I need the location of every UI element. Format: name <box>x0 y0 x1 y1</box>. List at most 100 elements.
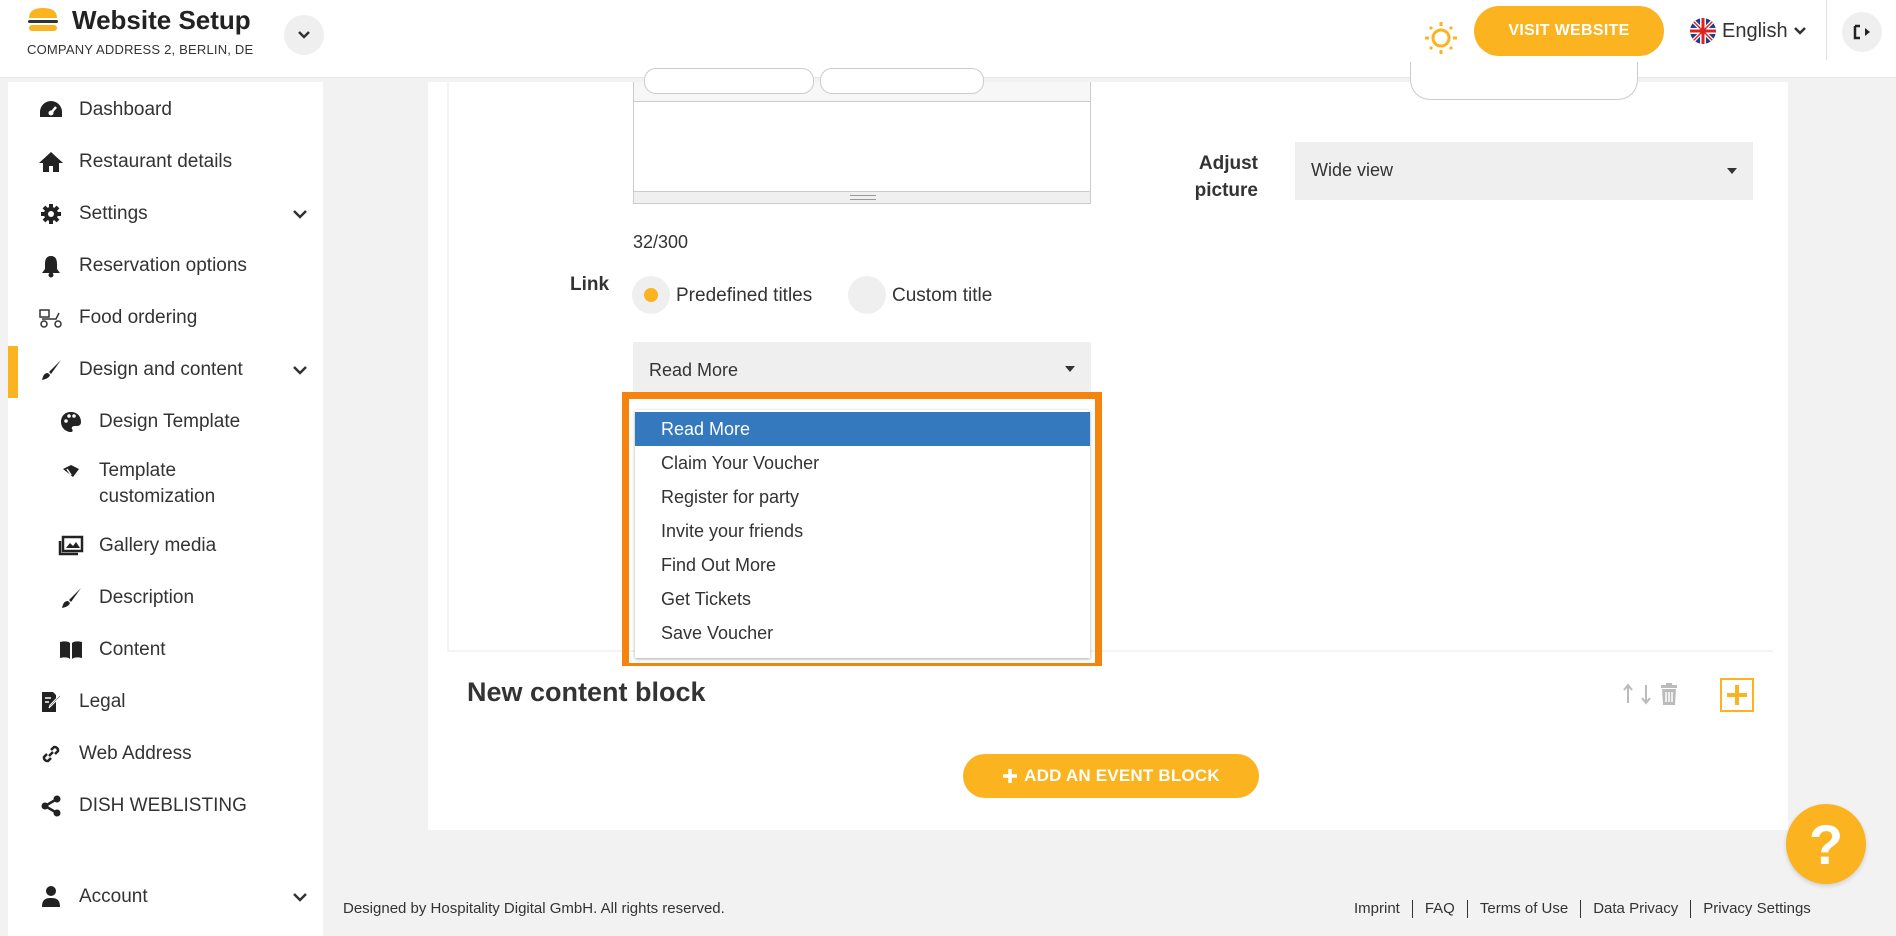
editor-toolbar-button[interactable] <box>644 68 814 94</box>
character-counter: 32/300 <box>633 232 689 252</box>
scooter-icon <box>38 305 64 331</box>
chevron-down-icon <box>298 31 310 39</box>
share-icon <box>38 793 64 819</box>
sidebar-item-restaurant-details[interactable]: Restaurant details <box>8 142 323 182</box>
add-block-button[interactable] <box>1720 678 1754 712</box>
sidebar-item-label: Design Template <box>99 411 241 432</box>
chevron-down-icon <box>1793 27 1806 35</box>
sidebar-item-label: Description <box>99 587 195 608</box>
sidebar-item-account[interactable]: Account <box>8 877 323 917</box>
logout-button[interactable] <box>1842 12 1882 52</box>
footer-link-terms[interactable]: Terms of Use <box>1466 900 1580 918</box>
adjust-picture-label: Adjust picture <box>1194 153 1258 201</box>
select-value: Wide view <box>1311 160 1394 180</box>
select-value: Read More <box>649 360 739 380</box>
radio-predefined-titles[interactable] <box>632 276 670 314</box>
uk-flag-icon <box>1690 18 1716 44</box>
gear-icon <box>38 201 64 227</box>
sidebar-item-label: Web Address <box>79 743 192 764</box>
sidebar-item-food-ordering[interactable]: Food ordering <box>8 298 323 338</box>
add-event-block-button[interactable]: ADD AN EVENT BLOCK <box>963 754 1259 798</box>
dropdown-option[interactable]: Find Out More <box>635 548 1090 582</box>
footer-link-imprint[interactable]: Imprint <box>1342 900 1412 918</box>
dropdown-option[interactable]: Read More <box>635 412 1090 446</box>
footer-link-data-privacy[interactable]: Data Privacy <box>1580 900 1690 918</box>
arrow-down-icon[interactable] <box>1640 683 1652 705</box>
sidebar-item-label: Content <box>99 639 166 660</box>
visit-website-button[interactable]: VISIT WEBSITE <box>1474 6 1664 56</box>
adjust-picture-select[interactable]: Wide view <box>1295 142 1753 200</box>
dropdown-option[interactable]: Invite your friends <box>635 514 1090 548</box>
sidebar-item-label: Legal <box>79 691 126 712</box>
palette-icon <box>58 458 84 484</box>
sidebar-item-reservation-options[interactable]: Reservation options <box>8 246 323 286</box>
sidebar-item-label: Account <box>79 886 148 907</box>
dropdown-option[interactable]: Get Tickets <box>635 582 1090 616</box>
dashboard-icon <box>38 97 64 123</box>
sidebar-item-legal[interactable]: Legal <box>8 682 323 722</box>
sidebar-item-template-customization[interactable]: Template customization <box>8 454 323 512</box>
chevron-down-icon <box>293 893 307 902</box>
sidebar-item-label: Design and content <box>79 359 243 380</box>
app-title: Website Setup <box>72 5 251 35</box>
block-actions <box>1622 682 1680 706</box>
home-icon <box>38 149 64 175</box>
editor-toolbar-button[interactable] <box>820 68 984 94</box>
chevron-down-icon <box>293 210 307 219</box>
arrow-up-icon[interactable] <box>1622 683 1634 705</box>
brush-icon <box>58 585 84 611</box>
sidebar: Dashboard Restaurant details Settings Re… <box>8 82 323 936</box>
sidebar-item-label: Template customization <box>99 460 216 507</box>
radio-custom-label[interactable]: Custom title <box>892 285 992 307</box>
sidebar-item-design-template[interactable]: Design Template <box>8 402 323 442</box>
theme-toggle-icon[interactable] <box>1384 16 1464 60</box>
radio-custom-title[interactable] <box>848 276 886 314</box>
palette-icon <box>58 409 84 435</box>
gallery-icon <box>58 533 84 559</box>
document-icon <box>38 689 64 715</box>
sidebar-item-gallery-media[interactable]: Gallery media <box>8 526 323 566</box>
dropdown-option[interactable]: Save Voucher <box>635 616 1090 650</box>
editor-resize-bar <box>634 191 1090 203</box>
sidebar-item-content[interactable]: Content <box>8 630 323 670</box>
user-icon <box>38 884 64 910</box>
sidebar-item-web-address[interactable]: Web Address <box>8 734 323 774</box>
sidebar-item-settings[interactable]: Settings <box>8 194 323 234</box>
radio-predefined-label[interactable]: Predefined titles <box>676 285 812 307</box>
upload-picture-button[interactable] <box>1410 62 1638 100</box>
book-icon <box>58 637 84 663</box>
link-title-select[interactable]: Read More <box>633 342 1091 398</box>
sidebar-item-label: Settings <box>79 203 148 224</box>
logout-icon <box>1853 24 1870 40</box>
chevron-down-icon <box>293 366 307 375</box>
trash-icon[interactable] <box>1658 682 1680 706</box>
sidebar-item-label: Reservation options <box>79 255 247 276</box>
editor-toolbar <box>634 68 1090 102</box>
sidebar-item-dish-weblisting[interactable]: DISH WEBLISTING <box>8 786 323 826</box>
location-dropdown-button[interactable] <box>284 15 324 55</box>
caret-down-icon <box>1065 366 1075 372</box>
sidebar-item-label: DISH WEBLISTING <box>79 795 247 816</box>
sidebar-item-label: Restaurant details <box>79 151 233 172</box>
language-label: English <box>1722 19 1788 42</box>
footer-link-privacy-settings[interactable]: Privacy Settings <box>1690 900 1823 918</box>
sidebar-item-description[interactable]: Description <box>8 578 323 618</box>
link-icon <box>38 741 64 767</box>
sidebar-item-design-and-content[interactable]: Design and content <box>8 350 323 390</box>
plus-icon <box>1003 769 1018 783</box>
add-event-block-label: ADD AN EVENT BLOCK <box>1024 766 1220 785</box>
sidebar-item-label: Dashboard <box>79 99 172 120</box>
sidebar-item-dashboard[interactable]: Dashboard <box>8 90 323 130</box>
footer-link-faq[interactable]: FAQ <box>1411 900 1467 918</box>
footer-credit: Designed by Hospitality Digital GmbH. Al… <box>343 900 725 917</box>
resize-handle-icon[interactable] <box>850 195 876 200</box>
link-title-dropdown-list: Read More Claim Your Voucher Register fo… <box>635 410 1090 658</box>
brush-icon <box>38 357 64 383</box>
language-selector[interactable]: English <box>1690 18 1806 44</box>
plus-icon <box>1727 685 1747 705</box>
dropdown-option[interactable]: Register for party <box>635 480 1090 514</box>
help-button[interactable]: ? <box>1786 804 1866 884</box>
bell-icon <box>38 253 64 279</box>
text-editor[interactable] <box>633 68 1091 204</box>
dropdown-option[interactable]: Claim Your Voucher <box>635 446 1090 480</box>
